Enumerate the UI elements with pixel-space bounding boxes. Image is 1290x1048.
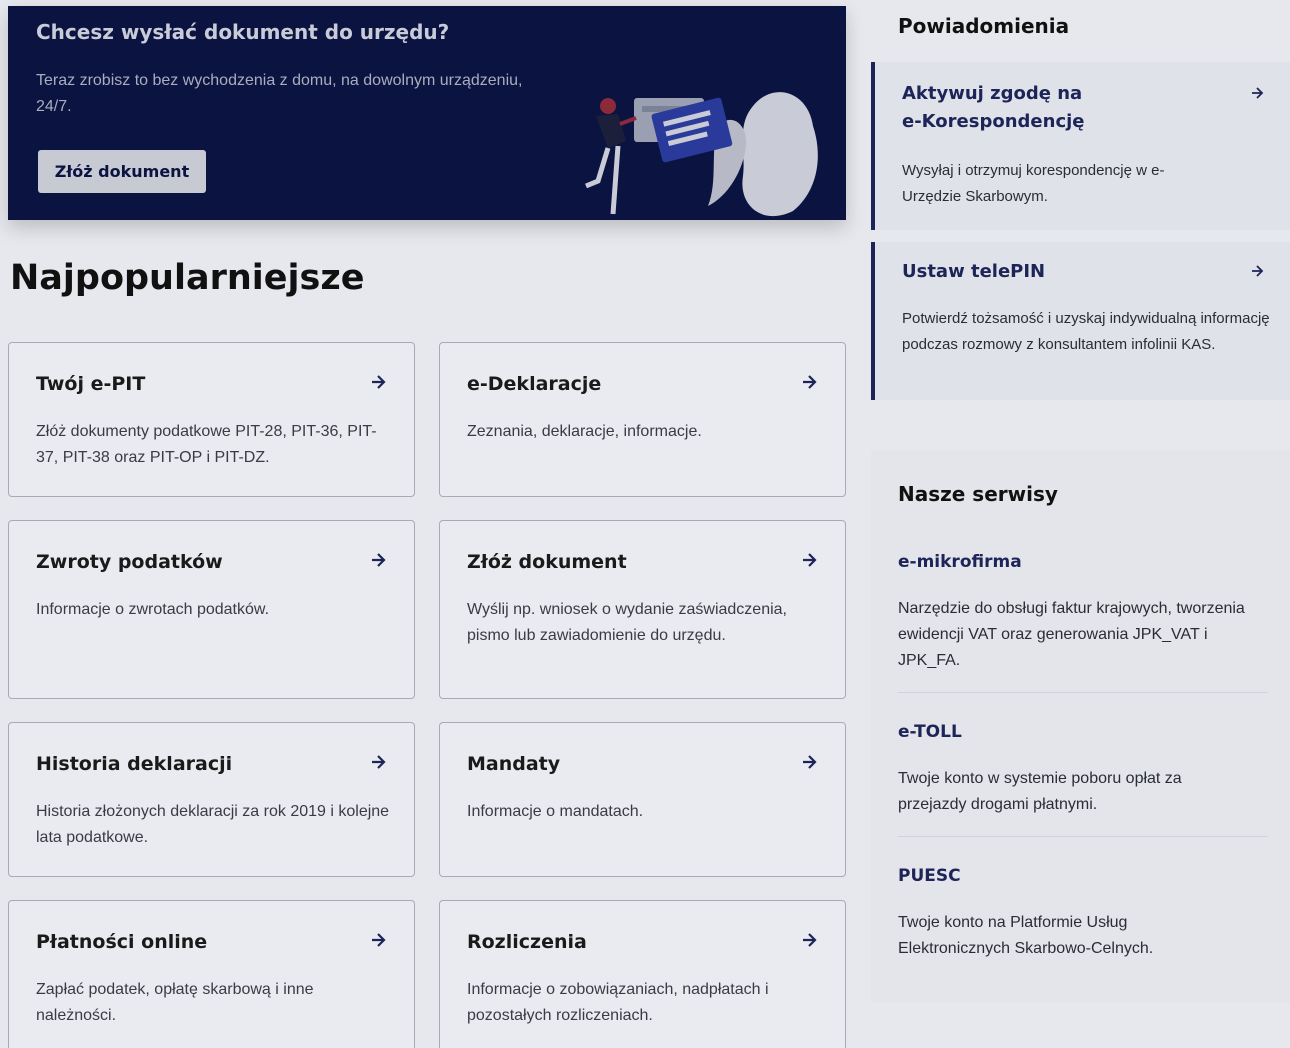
card-description: Zapłać podatek, opłatę skarbową i inne n… xyxy=(36,981,314,1024)
card-rozliczenia[interactable]: Rozliczenia Informacje o zobowiązaniach,… xyxy=(439,900,846,1048)
notification-telepin[interactable]: Ustaw telePIN Potwierdź tożsamość i uzys… xyxy=(871,242,1290,400)
card-zwroty-podatkow[interactable]: Zwroty podatków Informacje o zwrotach po… xyxy=(8,520,415,699)
notification-title: Ustaw telePIN xyxy=(902,261,1046,282)
notifications-header: Powiadomienia xyxy=(871,6,1290,60)
hero-banner: Chcesz wysłać dokument do urzędu? Teraz … xyxy=(8,6,846,220)
card-description: Informacje o zwrotach podatków. xyxy=(36,601,270,618)
notifications-title: Powiadomienia xyxy=(898,14,1070,38)
arrow-right-icon xyxy=(803,553,817,567)
card-title: Twój e-PIT xyxy=(36,373,146,395)
notification-title: Aktywuj zgodę na e-Korespondencję xyxy=(902,83,1085,132)
arrow-right-icon xyxy=(372,933,386,947)
card-historia-deklaracji[interactable]: Historia deklaracji Historia złożonych d… xyxy=(8,722,415,877)
card-title: Zwroty podatków xyxy=(36,551,223,573)
divider xyxy=(898,836,1268,837)
arrow-right-icon xyxy=(1252,87,1264,99)
card-mandaty[interactable]: Mandaty Informacje o mandatach. xyxy=(439,722,846,877)
arrow-right-icon xyxy=(372,553,386,567)
card-title: Złóż dokument xyxy=(467,551,627,573)
service-description: Twoje konto na Platformie Usług Elektron… xyxy=(898,914,1154,957)
service-description: Narzędzie do obsługi faktur krajowych, t… xyxy=(898,600,1245,669)
card-description: Informacje o mandatach. xyxy=(467,803,644,820)
card-title: Mandaty xyxy=(467,753,561,775)
card-zloz-dokument[interactable]: Złóż dokument Wyślij np. wniosek o wydan… xyxy=(439,520,846,699)
service-link-puesc[interactable]: PUESC xyxy=(898,866,961,886)
divider xyxy=(898,692,1268,693)
notification-e-korespondencja[interactable]: Aktywuj zgodę na e-Korespondencję Wysyła… xyxy=(871,62,1290,230)
hero-text: Teraz zrobisz to bez wychodzenia z domu,… xyxy=(36,72,523,115)
card-twoj-e-pit[interactable]: Twój e-PIT Złóż dokumenty podatkowe PIT-… xyxy=(8,342,415,497)
arrow-right-icon xyxy=(372,755,386,769)
notification-description: Wysyłaj i otrzymuj korespondencję w e-Ur… xyxy=(902,162,1165,205)
service-link-e-toll[interactable]: e-TOLL xyxy=(898,722,962,742)
services-title: Nasze serwisy xyxy=(898,482,1058,506)
card-title: e-Deklaracje xyxy=(467,373,602,395)
document-illustration-icon xyxy=(585,92,818,217)
notification-description: Potwierdź tożsamość i uzyskaj indywidual… xyxy=(902,310,1270,353)
popular-title: Najpopularniejsze xyxy=(10,258,365,298)
card-description: Informacje o zobowiązaniach, nadpłatach … xyxy=(467,981,769,1024)
service-link-e-mikrofirma[interactable]: e-mikrofirma xyxy=(898,552,1022,572)
card-description: Złóż dokumenty podatkowe PIT-28, PIT-36,… xyxy=(36,423,377,466)
card-description: Zeznania, deklaracje, informacje. xyxy=(467,423,702,440)
card-description: Historia złożonych deklaracji za rok 201… xyxy=(36,803,390,846)
card-e-deklaracje[interactable]: e-Deklaracje Zeznania, deklaracje, infor… xyxy=(439,342,846,497)
services-panel: Nasze serwisy e-mikrofirma Narzędzie do … xyxy=(871,450,1290,1002)
arrow-right-icon xyxy=(1252,265,1264,277)
card-platnosci-online[interactable]: Płatności online Zapłać podatek, opłatę … xyxy=(8,900,415,1048)
card-title: Płatności online xyxy=(36,931,208,953)
arrow-right-icon xyxy=(372,375,386,389)
hero-title: Chcesz wysłać dokument do urzędu? xyxy=(36,20,450,44)
card-title: Rozliczenia xyxy=(467,931,587,953)
card-title: Historia deklaracji xyxy=(36,753,233,775)
card-description: Wyślij np. wniosek o wydanie zaświadczen… xyxy=(467,601,787,644)
arrow-right-icon xyxy=(803,933,817,947)
arrow-right-icon xyxy=(803,375,817,389)
page: Chcesz wysłać dokument do urzędu? Teraz … xyxy=(0,0,1290,1048)
arrow-right-icon xyxy=(803,755,817,769)
service-description: Twoje konto w systemie poboru opłat za p… xyxy=(898,770,1182,813)
submit-document-button[interactable]: Złóż dokument xyxy=(38,150,206,193)
